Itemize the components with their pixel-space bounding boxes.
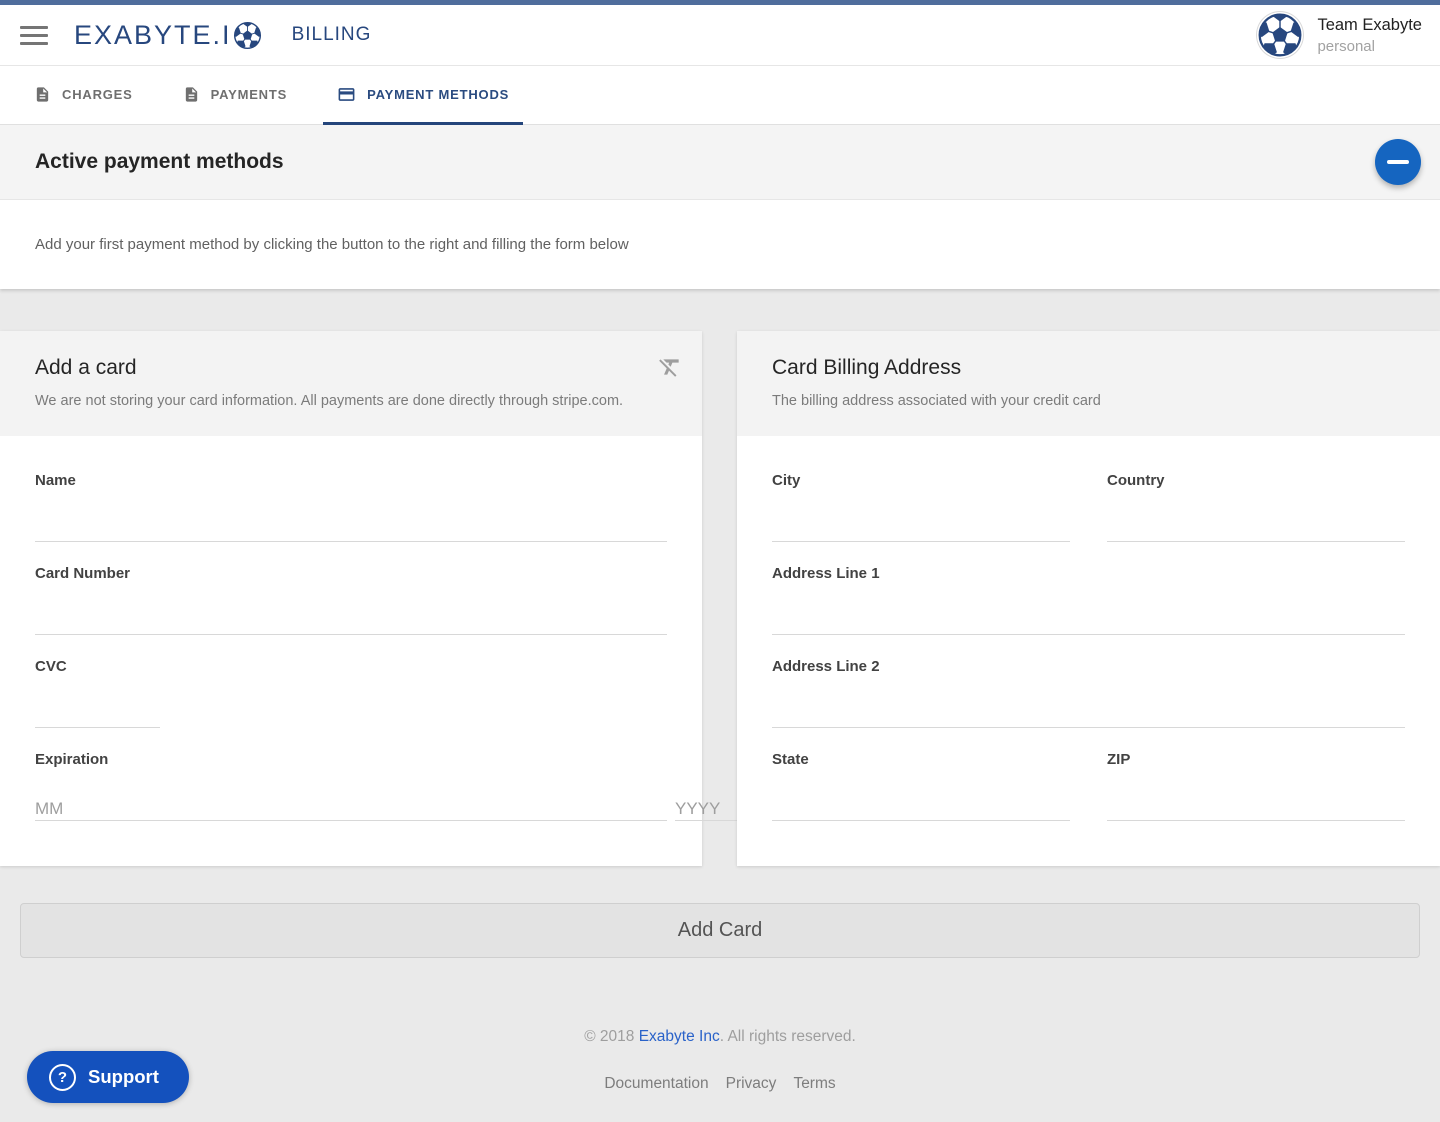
billing-address-panel-header: Card Billing Address The billing address… bbox=[737, 331, 1440, 436]
billing-address-subtitle: The billing address associated with your… bbox=[772, 393, 1380, 409]
address2-label: Address Line 2 bbox=[772, 658, 1405, 675]
document-icon bbox=[34, 86, 51, 103]
brand-logo-text: EXABYTE.I bbox=[74, 20, 232, 51]
support-button[interactable]: ? Support bbox=[27, 1051, 189, 1103]
zip-label: ZIP bbox=[1107, 751, 1405, 768]
add-card-button[interactable]: Add Card bbox=[20, 903, 1420, 958]
card-number-label: Card Number bbox=[35, 565, 667, 582]
company-link[interactable]: Exabyte Inc bbox=[639, 1028, 720, 1045]
page-title: BILLING bbox=[292, 24, 372, 46]
page-footer: © 2018 Exabyte Inc. All rights reserved.… bbox=[0, 1028, 1440, 1093]
intro-text: Add your first payment method by clickin… bbox=[35, 236, 629, 253]
state-label: State bbox=[772, 751, 1070, 768]
add-card-panel: Add a card We are not storing your card … bbox=[0, 331, 702, 866]
address1-label: Address Line 1 bbox=[772, 565, 1405, 582]
address2-input[interactable] bbox=[772, 704, 1405, 728]
tab-payment-methods-label: PAYMENT METHODS bbox=[367, 87, 509, 102]
cvc-input[interactable] bbox=[35, 704, 160, 728]
expiration-field-group: Expiration bbox=[35, 751, 667, 821]
privacy-link[interactable]: Privacy bbox=[726, 1075, 777, 1093]
expiration-month-input[interactable] bbox=[35, 797, 667, 821]
billing-address-panel: Card Billing Address The billing address… bbox=[737, 331, 1440, 866]
brand-logo[interactable]: EXABYTE.I bbox=[74, 20, 262, 51]
name-label: Name bbox=[35, 472, 667, 489]
documentation-link[interactable]: Documentation bbox=[604, 1075, 708, 1093]
tab-payment-methods[interactable]: PAYMENT METHODS bbox=[323, 66, 523, 125]
expiration-inputs bbox=[35, 768, 667, 821]
tab-charges[interactable]: CHARGES bbox=[20, 66, 147, 125]
menu-icon[interactable] bbox=[20, 26, 48, 45]
state-input[interactable] bbox=[772, 797, 1070, 821]
name-field-group: Name bbox=[35, 472, 667, 542]
cvc-field-group: CVC bbox=[35, 658, 667, 728]
collapse-section-button[interactable] bbox=[1375, 139, 1421, 185]
tab-payments[interactable]: PAYMENTS bbox=[169, 66, 301, 125]
user-name: Team Exabyte bbox=[1317, 16, 1422, 35]
credit-card-icon bbox=[337, 85, 356, 104]
question-mark-icon: ? bbox=[49, 1064, 76, 1091]
city-country-row: City Country bbox=[772, 472, 1405, 542]
state-field-group: State bbox=[772, 751, 1070, 821]
country-field-group: Country bbox=[1107, 472, 1405, 542]
address1-input[interactable] bbox=[772, 611, 1405, 635]
support-label: Support bbox=[88, 1066, 159, 1088]
zip-field-group: ZIP bbox=[1107, 751, 1405, 821]
add-card-title: Add a card bbox=[35, 356, 642, 380]
app-header: EXABYTE.I BILLING Team Exabyte personal bbox=[0, 5, 1440, 66]
tab-bar: CHARGES PAYMENTS PAYMENT METHODS bbox=[0, 66, 1440, 125]
copyright-prefix: © 2018 bbox=[584, 1028, 639, 1045]
tab-charges-label: CHARGES bbox=[62, 87, 133, 102]
user-avatar[interactable] bbox=[1257, 12, 1303, 58]
intro-row: Add your first payment method by clickin… bbox=[0, 200, 1440, 289]
city-label: City bbox=[772, 472, 1070, 489]
add-card-panel-header: Add a card We are not storing your card … bbox=[0, 331, 702, 436]
city-field-group: City bbox=[772, 472, 1070, 542]
address1-field-group: Address Line 1 bbox=[772, 565, 1405, 635]
card-number-input[interactable] bbox=[35, 611, 667, 635]
user-box: Team Exabyte personal bbox=[1257, 12, 1422, 58]
terms-link[interactable]: Terms bbox=[793, 1075, 835, 1093]
add-card-form: Name Card Number CVC Expiration bbox=[0, 436, 702, 864]
tab-payments-label: PAYMENTS bbox=[211, 87, 287, 102]
state-zip-row: State ZIP bbox=[772, 751, 1405, 821]
add-card-subtitle: We are not storing your card information… bbox=[35, 393, 642, 409]
user-subtitle: personal bbox=[1317, 38, 1422, 55]
name-input[interactable] bbox=[35, 518, 667, 542]
copyright: © 2018 Exabyte Inc. All rights reserved. bbox=[0, 1028, 1440, 1046]
address2-field-group: Address Line 2 bbox=[772, 658, 1405, 728]
city-input[interactable] bbox=[772, 518, 1070, 542]
clear-form-icon[interactable] bbox=[657, 354, 683, 380]
forms-row: Add a card We are not storing your card … bbox=[0, 331, 1440, 866]
document-icon bbox=[183, 86, 200, 103]
billing-address-title: Card Billing Address bbox=[772, 356, 1380, 380]
section-title: Active payment methods bbox=[35, 150, 284, 174]
card-number-field-group: Card Number bbox=[35, 565, 667, 635]
billing-address-form: City Country Address Line 1 Address Line… bbox=[737, 436, 1440, 866]
expiration-label: Expiration bbox=[35, 751, 667, 768]
country-label: Country bbox=[1107, 472, 1405, 489]
footer-links: Documentation Privacy Terms bbox=[0, 1075, 1440, 1093]
country-input[interactable] bbox=[1107, 518, 1405, 542]
copyright-suffix: . All rights reserved. bbox=[720, 1028, 856, 1045]
minus-icon bbox=[1387, 160, 1409, 164]
active-payment-methods-header: Active payment methods bbox=[0, 125, 1440, 200]
zip-input[interactable] bbox=[1107, 797, 1405, 821]
brand-ball-icon bbox=[233, 21, 262, 50]
cvc-label: CVC bbox=[35, 658, 667, 675]
